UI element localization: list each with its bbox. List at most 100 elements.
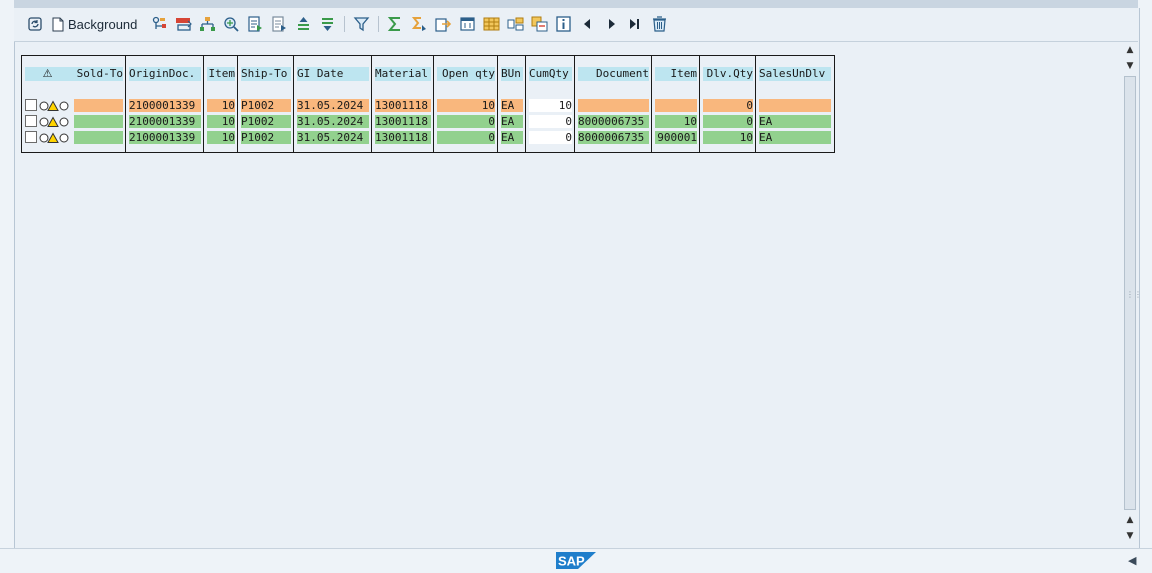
cell-gi-date[interactable]: 31.05.2024 [297,131,369,144]
cell-open-qty[interactable]: 10 [437,99,495,112]
cell-origin-doc[interactable]: 2100001339 [129,131,201,144]
cell-sales-un-dlv[interactable]: EA [759,131,831,144]
detail-search-icon[interactable] [223,14,240,34]
scroll-down-button[interactable]: ▲ [1124,514,1136,526]
last-icon[interactable] [628,14,642,34]
cell-dlv-qty[interactable]: 0 [703,99,753,112]
header-gi-date[interactable]: GI Date [297,67,369,81]
cell-sales-un-dlv[interactable]: EA [759,115,831,128]
cell-ship-to[interactable]: P1002 [241,99,291,112]
cell-item2[interactable] [655,99,697,112]
previous-icon[interactable] [580,14,594,34]
cell-item[interactable]: 10 [207,131,235,144]
header-document[interactable]: Document [578,67,649,81]
refresh-icon[interactable] [26,14,44,34]
header-sales-un-dlv[interactable]: SalesUnDlv [759,67,831,81]
change-icon[interactable] [175,14,193,34]
cell-ship-to[interactable]: P1002 [241,131,291,144]
header-origin-doc[interactable]: OriginDoc. [129,67,201,81]
header-cum-qty[interactable]: CumQty [529,67,572,81]
background-button[interactable]: Background [52,14,137,34]
cell-open-qty[interactable]: 0 [437,131,495,144]
cell-dlv-qty[interactable]: 10 [703,131,753,144]
scrollbar-grip-icon: ⋮⋮ [1126,290,1142,299]
header-sold-to[interactable]: Sold-To [70,67,123,81]
cell-document[interactable] [578,99,649,112]
column-layout-icon[interactable] [507,14,524,34]
column-divider [293,56,294,152]
cell-item2[interactable]: 900001 [655,131,697,144]
export-icon[interactable] [435,14,452,34]
header-dlv-qty[interactable]: Dlv.Qty [703,67,753,81]
header-item2[interactable]: Item [655,67,697,81]
collapse-status-icon[interactable]: ◀ [1128,554,1136,567]
settings-tree-icon[interactable] [151,14,168,34]
document-icon [52,17,64,31]
info-icon[interactable] [555,14,572,34]
header-ship-to[interactable]: Ship-To [241,67,291,81]
cell-sales-un-dlv[interactable] [759,99,831,112]
scroll-up-button[interactable]: ▼ [1124,60,1136,72]
cell-document[interactable]: 8000006735 [578,115,649,128]
column-divider [755,56,756,152]
deselect-list-icon[interactable] [271,14,288,34]
column-divider [237,56,238,152]
cell-item2[interactable]: 10 [655,115,697,128]
cell-gi-date[interactable]: 31.05.2024 [297,115,369,128]
cell-dlv-qty[interactable]: 0 [703,115,753,128]
column-divider [371,56,372,152]
hierarchy-icon[interactable] [199,14,216,34]
header-bun[interactable]: BUn [501,67,523,81]
header-material[interactable]: Material [375,67,431,81]
cell-origin-doc[interactable]: 2100001339 [129,99,201,112]
header-open-qty[interactable]: Open qty [437,67,495,81]
scroll-bottom-button[interactable]: ▼ [1124,530,1136,542]
next-icon[interactable] [605,14,619,34]
column-divider [203,56,204,152]
sap-logo: SAP [556,552,596,569]
cell-bun[interactable]: EA [501,115,523,128]
row-select-checkbox[interactable] [25,115,37,127]
cell-material[interactable]: 13001118 [375,99,431,112]
cell-cum-qty-input[interactable]: 0 [529,115,572,128]
header-item[interactable]: Item [207,67,235,81]
cell-bun[interactable]: EA [501,131,523,144]
filter-icon[interactable] [353,14,370,34]
cell-material[interactable]: 13001118 [375,115,431,128]
grid-view-icon[interactable] [483,14,500,34]
cell-document[interactable]: 8000006735 [578,131,649,144]
cell-cum-qty-input[interactable]: 0 [529,131,572,144]
cell-open-qty[interactable]: 0 [437,115,495,128]
delete-icon[interactable] [651,14,668,34]
cell-item[interactable]: 10 [207,99,235,112]
cell-sold-to[interactable] [74,131,123,144]
column-divider [525,56,526,152]
column-divider [433,56,434,152]
toolbar-separator [378,16,379,32]
cell-item[interactable]: 10 [207,115,235,128]
row-select-checkbox[interactable] [25,99,37,111]
column-divider [497,56,498,152]
cell-cum-qty-input[interactable]: 10 [529,99,572,112]
column-divider [574,56,575,152]
delivery-grid: ⚠ Sold-To OriginDoc. Item Ship-To GI Dat… [21,55,835,153]
header-status-icon[interactable]: ⚠ [25,67,70,81]
subtotal-icon[interactable] [411,14,428,34]
cell-sold-to[interactable] [74,99,123,112]
change-layout-icon[interactable] [531,14,548,34]
column-divider [125,56,126,152]
cell-sold-to[interactable] [74,115,123,128]
select-list-icon[interactable] [247,14,264,34]
sort-descending-icon[interactable] [319,14,336,34]
cell-origin-doc[interactable]: 2100001339 [129,115,201,128]
scroll-top-button[interactable]: ▲ [1124,44,1136,56]
print-layout-icon[interactable] [459,14,476,34]
sort-ascending-icon[interactable] [295,14,312,34]
sum-icon[interactable] [387,14,404,34]
cell-bun[interactable]: EA [501,99,523,112]
cell-material[interactable]: 13001118 [375,131,431,144]
row-select-checkbox[interactable] [25,131,37,143]
background-label: Background [68,16,138,32]
cell-gi-date[interactable]: 31.05.2024 [297,99,369,112]
cell-ship-to[interactable]: P1002 [241,115,291,128]
